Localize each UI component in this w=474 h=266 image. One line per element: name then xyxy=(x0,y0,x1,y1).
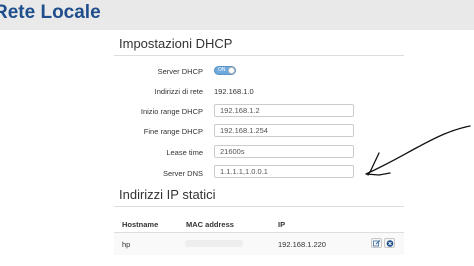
page-header: Rete Locale xyxy=(0,0,474,30)
delete-button[interactable] xyxy=(384,238,395,248)
range-start-input[interactable] xyxy=(214,104,354,117)
network-address-label: Indirizzi di rete xyxy=(154,87,203,96)
edit-icon xyxy=(373,240,381,247)
dhcp-server-toggle[interactable]: ON xyxy=(214,66,236,75)
toggle-on-label: ON xyxy=(218,67,226,73)
static-ip-section-title: Indirizzi IP statici xyxy=(119,187,216,202)
lease-time-input[interactable] xyxy=(214,145,354,158)
dns-server-input[interactable] xyxy=(214,165,354,178)
table-row xyxy=(114,232,404,255)
row-ip: 192.168.1.220 xyxy=(278,240,326,249)
dhcp-section-title: Impostazioni DHCP xyxy=(119,36,233,51)
edit-button[interactable] xyxy=(371,238,382,248)
lease-time-label: Lease time xyxy=(166,148,203,157)
delete-icon xyxy=(386,240,394,247)
dns-server-label: Server DNS xyxy=(162,169,203,178)
dhcp-server-label: Server DHCP xyxy=(157,67,203,76)
network-address-value: 192.168.1.0 xyxy=(214,87,254,96)
range-start-label: Inizio range DHCP xyxy=(140,107,203,116)
row-mac-redacted xyxy=(185,240,243,247)
column-header-hostname: Hostname xyxy=(122,220,159,229)
page-title: Rete Locale xyxy=(0,2,101,23)
static-ip-divider xyxy=(114,206,404,207)
column-header-mac: MAC address xyxy=(186,220,234,229)
range-end-label: Fine range DHCP xyxy=(143,127,203,136)
dhcp-divider xyxy=(114,55,404,56)
toggle-knob xyxy=(228,67,235,74)
range-end-input[interactable] xyxy=(214,124,354,137)
column-header-ip: IP xyxy=(278,220,286,229)
row-hostname: hp xyxy=(122,240,131,249)
